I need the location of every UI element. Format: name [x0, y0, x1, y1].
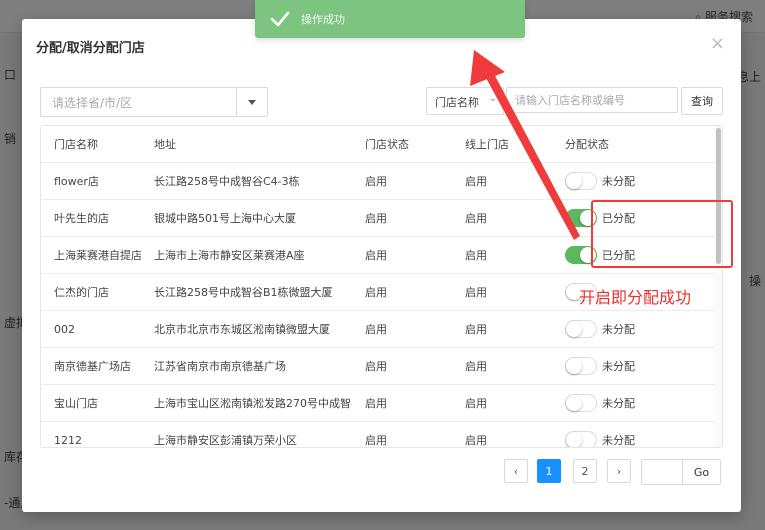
annotation-text: 开启即分配成功	[579, 288, 692, 307]
annotation-highlight-box	[591, 200, 733, 268]
